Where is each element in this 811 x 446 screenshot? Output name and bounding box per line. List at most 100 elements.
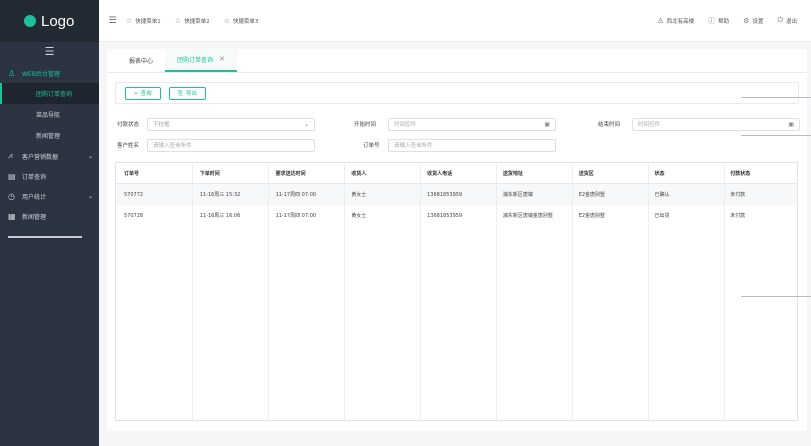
logout-label: 退出 bbox=[785, 18, 797, 25]
end-time-placeholder: 时间控件 bbox=[638, 122, 661, 128]
sidebar: Logo ☰ ♙ WEB后台管理 团购订单查询 菜品导航 新闻管理 ⩘ 客户营销… bbox=[0, 0, 99, 446]
menu-toggle-icon[interactable]: ☰ bbox=[99, 16, 126, 26]
help-icon: ⓘ bbox=[708, 16, 716, 25]
cell-order-no: 570772 bbox=[124, 191, 144, 198]
cell-pay-status: 未付款 bbox=[730, 192, 746, 198]
help-label: 帮助 bbox=[718, 18, 730, 25]
cell-delivery-time: 11-17周四 07:00 bbox=[275, 192, 317, 198]
export-button[interactable]: ⎘ 导出 bbox=[168, 86, 206, 100]
help-link[interactable]: ⓘ 帮助 bbox=[708, 16, 729, 26]
topbar: ☰ ☆ 快捷菜单1 ☆ 快捷菜单2 ☆ 快捷菜单3 ♙ 西北有高楼 ⓘ 帮助 ⚙… bbox=[99, 0, 811, 42]
tab-label: 报表中心 bbox=[129, 57, 154, 65]
sidebar-item-label: 菜品导航 bbox=[36, 112, 61, 119]
filter-row-1: 付款状态 下拉框 ⌄ 开始时间 时间控件 ▣ 结束时间 时间控件 ▣ bbox=[117, 117, 807, 131]
start-time-picker[interactable]: 时间控件 ▣ bbox=[388, 117, 556, 131]
gear-icon: ⚙ bbox=[743, 16, 750, 25]
top-right-actions: ♙ 西北有高楼 ⓘ 帮助 ⚙ 设置 ⏻ 退出 bbox=[657, 16, 811, 26]
pay-status-value: 下拉框 bbox=[153, 122, 170, 128]
end-time-label: 结束时间 bbox=[598, 122, 621, 128]
table-row[interactable]: 570728 11-16周三 16:06 11-17周四 07:00 黄女士 1… bbox=[116, 205, 797, 226]
sidebar-group-customer-marketing[interactable]: ⩘ 客户营销数据 ⌄ bbox=[0, 146, 99, 166]
logo: Logo bbox=[0, 0, 99, 42]
cell-address: 浦东新区唐镇金唐别墅 bbox=[502, 213, 553, 219]
user-name: 西北有高楼 bbox=[666, 18, 695, 25]
cell-order-no: 570728 bbox=[124, 212, 144, 219]
col-receiver[interactable]: 收货人 bbox=[343, 170, 419, 177]
tab-report-center[interactable]: 报表中心 bbox=[117, 48, 165, 72]
calendar-icon: ▣ bbox=[788, 120, 794, 128]
divider bbox=[8, 236, 82, 238]
tab-group-order-query[interactable]: 团购订单查询 ✕ bbox=[165, 48, 237, 72]
sidebar-item-news-manage[interactable]: 新闻管理 bbox=[0, 125, 99, 146]
star-icon: ☆ bbox=[223, 16, 230, 25]
logout-link[interactable]: ⏻ 退出 bbox=[777, 16, 797, 25]
power-icon: ⏻ bbox=[777, 16, 783, 24]
col-delivery-time[interactable]: 要求送达时间 bbox=[268, 170, 344, 177]
collapse-menu-icon[interactable]: ☰ bbox=[0, 42, 99, 60]
cell-pay-status: 未付款 bbox=[730, 213, 746, 219]
user-icon: ♙ bbox=[657, 16, 664, 25]
sidebar-group-news[interactable]: ▦ 新闻管理 bbox=[0, 206, 99, 226]
col-pay-status[interactable]: 付款状态 bbox=[722, 170, 797, 177]
query-button[interactable]: ⌕ 查询 bbox=[125, 86, 161, 100]
orders-table: 订单号 下单时间 要求送达时间 收货人 收货人电话 送货地址 送货区 状态 付款… bbox=[115, 162, 798, 421]
quick-link-3[interactable]: ☆ 快捷菜单3 bbox=[224, 17, 259, 25]
order-no-input[interactable]: 请输入查询条件 bbox=[388, 138, 556, 152]
start-time-placeholder: 时间控件 bbox=[394, 122, 417, 128]
pay-status-select[interactable]: 下拉框 ⌄ bbox=[147, 117, 315, 131]
cell-status: 已出货 bbox=[654, 213, 670, 219]
sidebar-item-menu-nav[interactable]: 菜品导航 bbox=[0, 104, 99, 125]
col-order-no[interactable]: 订单号 bbox=[116, 170, 192, 177]
sidebar-group-label: 客户营销数据 bbox=[22, 153, 59, 161]
cell-delivery-time: 11-17周四 07:00 bbox=[275, 213, 317, 219]
cell-order-time: 11-16周三 16:06 bbox=[199, 213, 241, 219]
col-status[interactable]: 状态 bbox=[646, 170, 722, 177]
col-order-time[interactable]: 下单时间 bbox=[192, 170, 268, 177]
order-no-label: 订单号 bbox=[363, 143, 380, 149]
col-address[interactable]: 送货地址 bbox=[495, 170, 571, 177]
logo-dot-icon bbox=[24, 15, 36, 27]
cell-address: 浦东新区唐镇 bbox=[502, 192, 533, 198]
sidebar-group-web-admin[interactable]: ♙ WEB后台管理 bbox=[0, 63, 99, 83]
star-icon: ☆ bbox=[174, 16, 182, 25]
settings-link[interactable]: ⚙ 设置 bbox=[743, 17, 763, 25]
pay-status-label: 付款状态 bbox=[117, 122, 140, 128]
chevron-down-icon: ⌄ bbox=[87, 152, 93, 160]
export-icon: ⎘ bbox=[177, 88, 183, 97]
chevron-down-icon: ⌄ bbox=[303, 120, 309, 128]
sidebar-item-label: 团购订单查询 bbox=[36, 91, 73, 98]
query-button-label: 查询 bbox=[140, 91, 152, 97]
chevron-down-icon: ⌄ bbox=[87, 192, 93, 200]
main-content: 报表中心 团购订单查询 ✕ ⌕ 查询 ⎘ 导出 付款状态 下拉框 ⌄ 开始时间 … bbox=[107, 48, 807, 431]
sidebar-item-group-order-query[interactable]: 团购订单查询 bbox=[0, 83, 99, 104]
search-icon: ⌕ bbox=[134, 88, 138, 97]
sidebar-group-label: 订单查询 bbox=[22, 173, 47, 181]
calendar-icon: ▣ bbox=[544, 120, 550, 128]
quick-link-2[interactable]: ☆ 快捷菜单2 bbox=[175, 17, 210, 25]
settings-label: 设置 bbox=[752, 18, 764, 25]
cell-receiver-phone: 13681853959 bbox=[427, 191, 463, 198]
quick-link-1[interactable]: ☆ 快捷菜单1 bbox=[126, 17, 161, 25]
star-icon: ☆ bbox=[126, 16, 133, 25]
table-header: 订单号 下单时间 要求送达时间 收货人 收货人电话 送货地址 送货区 状态 付款… bbox=[116, 163, 797, 184]
sidebar-group-user-stats[interactable]: ◷ 用户统计 ⌄ bbox=[0, 186, 99, 206]
toolbar: ⌕ 查询 ⎘ 导出 bbox=[115, 82, 799, 104]
sidebar-group-order-query[interactable]: ▤ 订单查询 bbox=[0, 166, 99, 186]
customer-name-label: 客户姓名 bbox=[117, 143, 140, 149]
user-menu[interactable]: ♙ 西北有高楼 bbox=[657, 17, 694, 25]
start-time-label: 开始时间 bbox=[354, 122, 377, 128]
annotation-line bbox=[741, 296, 811, 297]
customer-name-input[interactable]: 请输入查询条件 bbox=[147, 138, 315, 152]
annotation-line bbox=[741, 97, 811, 98]
tab-label: 团购订单查询 bbox=[177, 56, 214, 64]
table-row[interactable]: 570772 11-16周三 15:32 11-17周四 07:00 黄女士 1… bbox=[116, 184, 797, 205]
end-time-picker[interactable]: 时间控件 ▣ bbox=[632, 117, 800, 131]
chart-icon: ⩘ bbox=[8, 151, 13, 160]
cell-receiver: 黄女士 bbox=[351, 213, 367, 219]
order-no-placeholder: 请输入查询条件 bbox=[394, 143, 433, 149]
sidebar-group-label: 用户统计 bbox=[22, 193, 47, 201]
col-area[interactable]: 送货区 bbox=[571, 170, 647, 177]
col-receiver-phone[interactable]: 收货人电话 bbox=[419, 170, 495, 177]
close-icon[interactable]: ✕ bbox=[219, 55, 225, 63]
cell-order-time: 11-16周三 15:32 bbox=[199, 192, 241, 198]
